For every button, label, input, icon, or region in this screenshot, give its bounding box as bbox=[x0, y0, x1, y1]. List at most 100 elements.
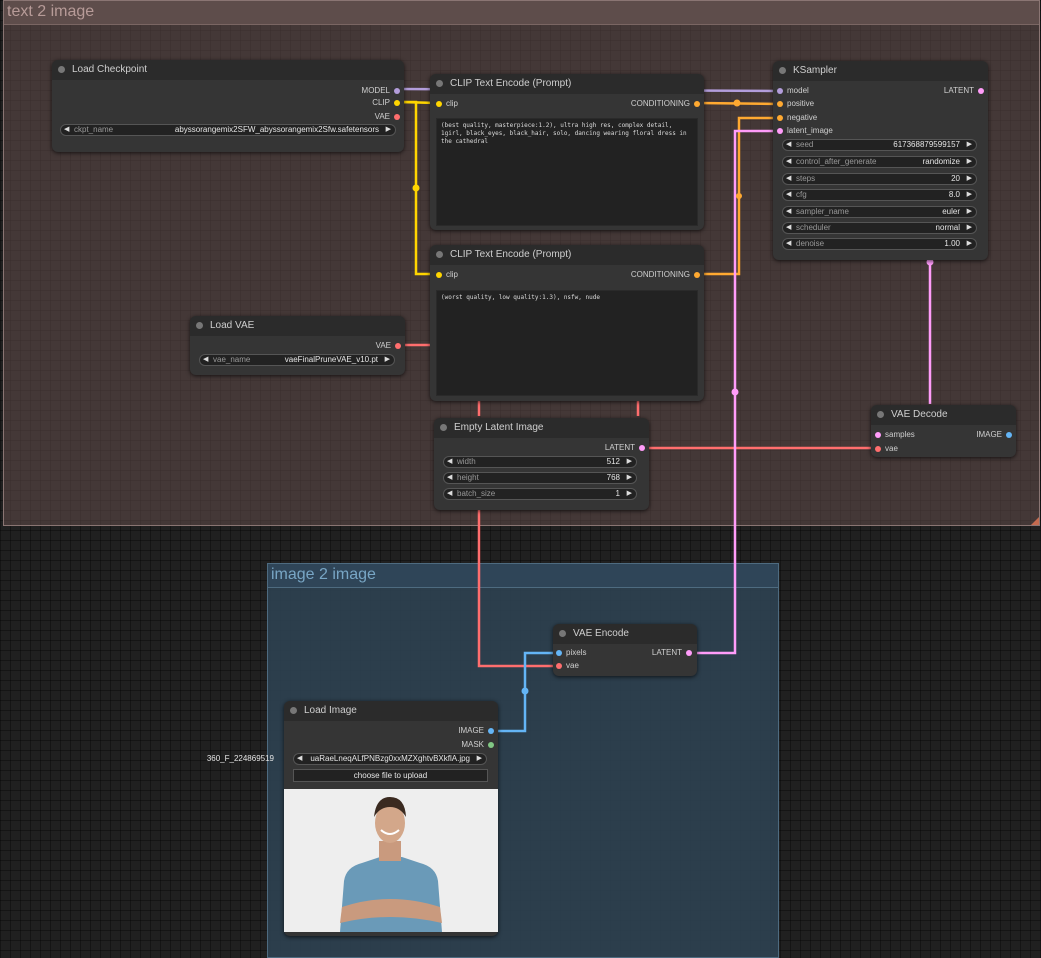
arrow-left-icon[interactable]: ◀ bbox=[786, 239, 791, 249]
arrow-right-icon[interactable]: ▶ bbox=[967, 190, 972, 200]
model-pin-icon[interactable] bbox=[777, 88, 783, 94]
arrow-left-icon[interactable]: ◀ bbox=[786, 190, 791, 200]
arrow-left-icon[interactable]: ◀ bbox=[447, 473, 452, 483]
ckpt-name-combo[interactable]: ◀ ckpt_name abyssorangemix2SFW_abyssoran… bbox=[60, 124, 396, 136]
arrow-right-icon[interactable]: ▶ bbox=[967, 140, 972, 150]
input-latent-image[interactable]: latent_image bbox=[777, 126, 833, 136]
input-positive[interactable]: positive bbox=[777, 99, 814, 109]
arrow-right-icon[interactable]: ▶ bbox=[386, 125, 391, 135]
vae-pin-icon[interactable] bbox=[395, 343, 401, 349]
collapse-dot-icon[interactable] bbox=[290, 707, 297, 714]
node-load-image[interactable]: Load Image IMAGE MASK ◀ 360_F_224869519 … bbox=[207, 701, 498, 936]
output-latent[interactable]: LATENT bbox=[622, 648, 692, 658]
arrow-right-icon[interactable]: ▶ bbox=[627, 457, 632, 467]
vae-name-combo[interactable]: ◀ vae_name vaeFinalPruneVAE_v10.pt ▶ bbox=[199, 354, 395, 366]
conditioning-pin-icon[interactable] bbox=[777, 115, 783, 121]
arrow-right-icon[interactable]: ▶ bbox=[627, 473, 632, 483]
output-vae[interactable]: VAE bbox=[310, 112, 400, 122]
node-vae-encode[interactable]: VAE Encode pixels vae LATENT bbox=[553, 624, 697, 676]
output-model[interactable]: MODEL bbox=[310, 86, 400, 96]
collapse-dot-icon[interactable] bbox=[436, 80, 443, 87]
node-clip-text-encode-positive[interactable]: CLIP Text Encode (Prompt) clip CONDITION… bbox=[430, 74, 704, 230]
scheduler-widget[interactable]: ◀ scheduler normal ▶ bbox=[782, 222, 977, 234]
node-title[interactable]: Load VAE bbox=[190, 316, 405, 336]
arrow-left-icon[interactable]: ◀ bbox=[203, 355, 208, 365]
input-pixels[interactable]: pixels bbox=[556, 648, 586, 658]
output-latent[interactable]: LATENT bbox=[914, 86, 984, 96]
group-title[interactable]: image 2 image bbox=[268, 564, 778, 588]
node-title[interactable]: Empty Latent Image bbox=[434, 418, 649, 438]
latent-pin-icon[interactable] bbox=[875, 432, 881, 438]
collapse-dot-icon[interactable] bbox=[58, 66, 65, 73]
image-pin-icon[interactable] bbox=[1006, 432, 1012, 438]
output-mask[interactable]: MASK bbox=[424, 740, 494, 750]
arrow-right-icon[interactable]: ▶ bbox=[385, 355, 390, 365]
sampler-name-widget[interactable]: ◀ sampler_name euler ▶ bbox=[782, 206, 977, 218]
output-conditioning[interactable]: CONDITIONING bbox=[590, 99, 700, 109]
control-after-generate-widget[interactable]: ◀ control_after_generate randomize ▶ bbox=[782, 156, 977, 168]
latent-pin-icon[interactable] bbox=[639, 445, 645, 451]
arrow-right-icon[interactable]: ▶ bbox=[967, 239, 972, 249]
node-title[interactable]: CLIP Text Encode (Prompt) bbox=[430, 74, 704, 94]
batch-size-widget[interactable]: ◀ batch_size 1 ▶ bbox=[443, 488, 637, 500]
vae-pin-icon[interactable] bbox=[556, 663, 562, 669]
image-file-combo[interactable]: ◀ 360_F_224869519 uaRaeLneqALfPNBzg0xxMZ… bbox=[207, 753, 487, 765]
arrow-right-icon[interactable]: ▶ bbox=[967, 174, 972, 184]
latent-pin-icon[interactable] bbox=[686, 650, 692, 656]
arrow-right-icon[interactable]: ▶ bbox=[477, 754, 482, 764]
collapse-dot-icon[interactable] bbox=[559, 630, 566, 637]
node-load-checkpoint[interactable]: Load Checkpoint MODEL CLIP VAE ◀ ckpt_na… bbox=[52, 60, 404, 152]
steps-widget[interactable]: ◀ steps 20 ▶ bbox=[782, 173, 977, 185]
node-ksampler[interactable]: KSampler model positive negative latent_… bbox=[773, 61, 988, 260]
width-widget[interactable]: ◀ width 512 ▶ bbox=[443, 456, 637, 468]
arrow-left-icon[interactable]: ◀ bbox=[786, 174, 791, 184]
output-vae[interactable]: VAE bbox=[331, 341, 401, 351]
node-title[interactable]: VAE Encode bbox=[553, 624, 697, 644]
input-clip[interactable]: clip bbox=[436, 270, 458, 280]
arrow-left-icon[interactable]: ◀ bbox=[786, 140, 791, 150]
collapse-dot-icon[interactable] bbox=[779, 67, 786, 74]
arrow-left-icon[interactable]: ◀ bbox=[786, 207, 791, 217]
node-vae-decode[interactable]: VAE Decode samples vae IMAGE bbox=[871, 405, 1016, 457]
collapse-dot-icon[interactable] bbox=[440, 424, 447, 431]
arrow-left-icon[interactable]: ◀ bbox=[447, 489, 452, 499]
output-latent[interactable]: LATENT bbox=[575, 443, 645, 453]
arrow-right-icon[interactable]: ▶ bbox=[627, 489, 632, 499]
arrow-left-icon[interactable]: ◀ bbox=[297, 754, 302, 764]
arrow-right-icon[interactable]: ▶ bbox=[967, 207, 972, 217]
input-vae[interactable]: vae bbox=[875, 444, 898, 454]
output-conditioning[interactable]: CONDITIONING bbox=[590, 270, 700, 280]
node-empty-latent-image[interactable]: Empty Latent Image LATENT ◀ width 512 ▶ ◀ he… bbox=[434, 418, 649, 510]
vae-pin-icon[interactable] bbox=[394, 114, 400, 120]
node-clip-text-encode-negative[interactable]: CLIP Text Encode (Prompt) clip CONDITION… bbox=[430, 245, 704, 401]
latent-pin-icon[interactable] bbox=[777, 128, 783, 134]
denoise-widget[interactable]: ◀ denoise 1.00 ▶ bbox=[782, 238, 977, 250]
group-title[interactable]: text 2 image bbox=[4, 1, 1039, 25]
node-title[interactable]: VAE Decode bbox=[871, 405, 1016, 425]
node-title[interactable]: KSampler bbox=[773, 61, 988, 81]
output-image[interactable]: IMAGE bbox=[942, 430, 1012, 440]
group-resize-handle[interactable] bbox=[1031, 517, 1039, 525]
node-title[interactable]: Load Image bbox=[284, 701, 498, 721]
choose-file-button[interactable]: choose file to upload bbox=[293, 769, 488, 782]
node-title[interactable]: Load Checkpoint bbox=[52, 60, 404, 80]
latent-pin-icon[interactable] bbox=[978, 88, 984, 94]
conditioning-pin-icon[interactable] bbox=[694, 101, 700, 107]
node-load-vae[interactable]: Load VAE VAE ◀ vae_name vaeFinalPruneVAE_v… bbox=[190, 316, 405, 375]
input-samples[interactable]: samples bbox=[875, 430, 915, 440]
image-pin-icon[interactable] bbox=[488, 728, 494, 734]
conditioning-pin-icon[interactable] bbox=[777, 101, 783, 107]
input-clip[interactable]: clip bbox=[436, 99, 458, 109]
clip-pin-icon[interactable] bbox=[394, 100, 400, 106]
input-vae[interactable]: vae bbox=[556, 661, 579, 671]
output-image[interactable]: IMAGE bbox=[424, 726, 494, 736]
vae-pin-icon[interactable] bbox=[875, 446, 881, 452]
clip-pin-icon[interactable] bbox=[436, 272, 442, 278]
model-pin-icon[interactable] bbox=[394, 88, 400, 94]
arrow-left-icon[interactable]: ◀ bbox=[447, 457, 452, 467]
conditioning-pin-icon[interactable] bbox=[694, 272, 700, 278]
prompt-textarea[interactable]: (best quality, masterpiece:1.2), ultra h… bbox=[436, 118, 698, 226]
collapse-dot-icon[interactable] bbox=[436, 251, 443, 258]
clip-pin-icon[interactable] bbox=[436, 101, 442, 107]
cfg-widget[interactable]: ◀ cfg 8.0 ▶ bbox=[782, 189, 977, 201]
